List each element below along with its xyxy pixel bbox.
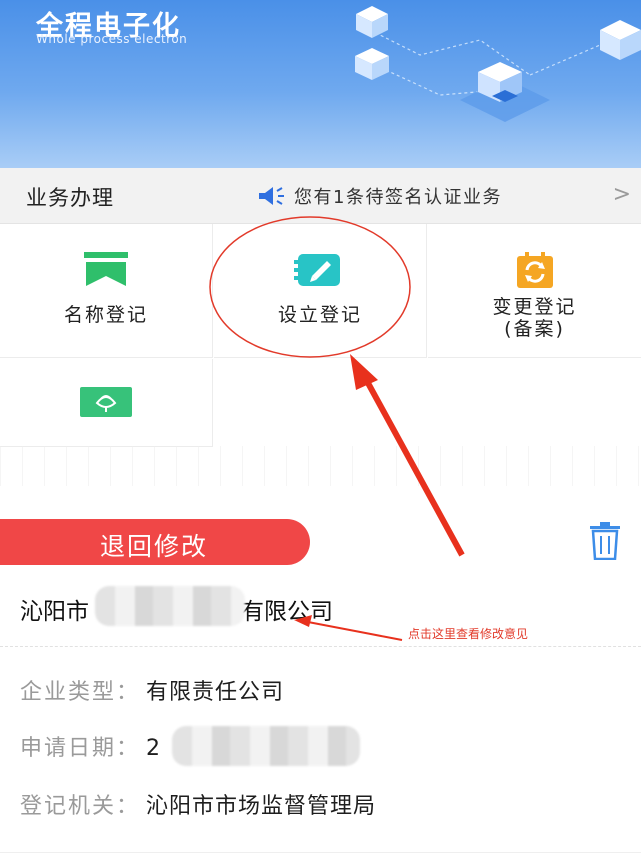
- service-establishment-registration[interactable]: 设立登记: [214, 224, 427, 358]
- divider: [0, 646, 641, 647]
- cube-1: [356, 6, 388, 38]
- field-company-type: 企业类型： 有限责任公司: [20, 674, 284, 706]
- business-title: 业务办理: [26, 186, 114, 210]
- megaphone-icon: [259, 187, 284, 205]
- refresh-icon: [516, 252, 553, 288]
- field-key: 登记机关：: [20, 794, 141, 819]
- field-key: 企业类型：: [20, 680, 141, 705]
- chevron-right-icon[interactable]: >: [613, 182, 631, 207]
- bookmark-icon: [84, 252, 128, 286]
- field-value: 有限责任公司: [146, 680, 285, 705]
- service-cancellation[interactable]: [0, 359, 213, 447]
- service-name-registration[interactable]: 名称登记: [0, 224, 213, 358]
- trash-icon[interactable]: [590, 522, 620, 560]
- service-label: 变更登记 (备案): [492, 296, 577, 340]
- banner-subtitle: Whole process electron: [36, 32, 188, 46]
- company-prefix: 沁阳市: [20, 599, 89, 625]
- divider-band: [0, 446, 641, 486]
- lotus-icon: [80, 387, 132, 417]
- redacted-date: [172, 726, 360, 766]
- service-grid: 名称登记 设立登记 变更登记 (备案): [0, 224, 641, 447]
- cube-illustration: [355, 6, 641, 122]
- divider: [0, 852, 641, 853]
- field-value: 2: [146, 736, 162, 761]
- pending-notice[interactable]: 您有1条待签名认证业务: [256, 183, 502, 209]
- field-key: 申请日期：: [20, 736, 141, 761]
- status-text: 退回修改: [100, 532, 209, 561]
- top-banner: 全程电子化 Whole process electron: [0, 0, 641, 168]
- service-label: 设立登记: [277, 304, 362, 326]
- field-registration-authority: 登记机关： 沁阳市市场监督管理局: [20, 788, 376, 820]
- redacted-company: [95, 586, 245, 626]
- service-label: 名称登记: [63, 304, 148, 326]
- status-badge: 退回修改: [0, 519, 310, 565]
- edit-icon: [294, 254, 340, 286]
- annotation-text: 点击这里查看修改意见: [408, 627, 529, 641]
- business-bar: 业务办理 您有1条待签名认证业务 >: [0, 168, 641, 224]
- pending-notice-text: 您有1条待签名认证业务: [294, 187, 502, 208]
- company-suffix: 有限公司: [241, 599, 333, 625]
- field-value: 沁阳市市场监督管理局: [146, 794, 377, 819]
- service-change-registration[interactable]: 变更登记 (备案): [428, 224, 641, 358]
